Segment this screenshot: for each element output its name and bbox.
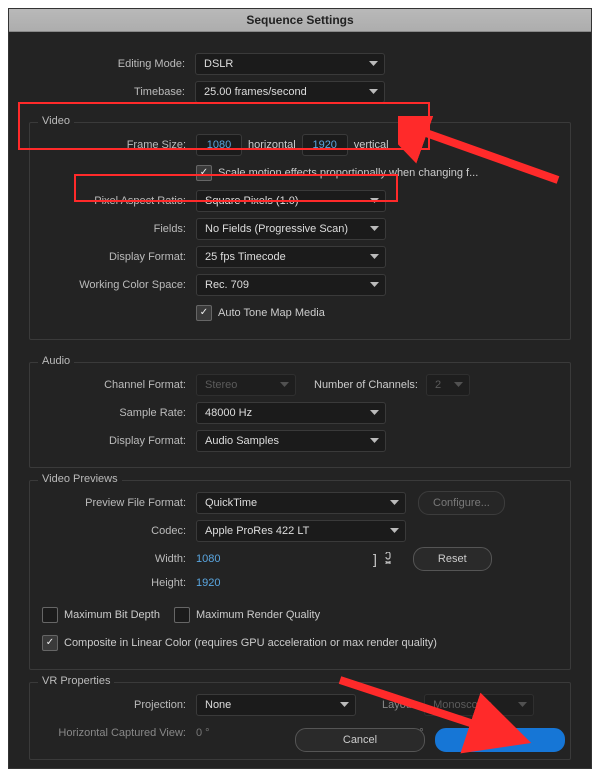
scale-motion-label: Scale motion effects proportionally when… — [218, 167, 478, 179]
channel-format-value: Stereo — [205, 379, 237, 391]
chevron-down-icon — [370, 254, 379, 260]
video-group-title: Video — [38, 115, 74, 127]
cancel-button[interactable]: Cancel — [295, 728, 425, 752]
chevron-down-icon — [370, 438, 379, 444]
chevron-down-icon — [370, 198, 379, 204]
max-bit-depth-label: Maximum Bit Depth — [64, 609, 160, 621]
timebase-select[interactable]: 25.00 frames/second — [195, 81, 385, 103]
editing-mode-value: DSLR — [204, 58, 233, 70]
horizontal-captured-view-label: Horizontal Captured View: — [42, 727, 196, 739]
auto-tone-map-label: Auto Tone Map Media — [218, 307, 325, 319]
composite-linear-checkbox[interactable] — [42, 635, 58, 651]
projection-label: Projection: — [42, 699, 196, 711]
sample-rate-value: 48000 Hz — [205, 407, 252, 419]
working-color-space-label: Working Color Space: — [42, 279, 196, 291]
ok-button[interactable]: OK — [435, 728, 565, 752]
editing-mode-select[interactable]: DSLR — [195, 53, 385, 75]
sample-rate-label: Sample Rate: — [42, 407, 196, 419]
horizontal-label: horizontal — [242, 139, 302, 151]
frame-size-horizontal-input[interactable]: 1080 — [196, 134, 242, 156]
window-title: Sequence Settings — [9, 9, 591, 32]
frame-size-label: Frame Size: — [42, 139, 196, 151]
preview-file-format-label: Preview File Format: — [42, 497, 196, 509]
auto-tone-map-checkbox[interactable] — [196, 305, 212, 321]
audio-display-format-value: Audio Samples — [205, 435, 279, 447]
configure-button: Configure... — [418, 491, 505, 515]
number-of-channels-label: Number of Channels: — [314, 379, 418, 391]
scale-motion-checkbox[interactable] — [196, 165, 212, 181]
display-format-select[interactable]: 25 fps Timecode — [196, 246, 386, 268]
layout-value: Monoscopic — [433, 699, 492, 711]
preview-height-input[interactable]: 1920 — [196, 577, 248, 589]
codec-label: Codec: — [42, 525, 196, 537]
chevron-down-icon — [370, 410, 379, 416]
audio-group: Audio Channel Format: Stereo Number of C… — [29, 362, 571, 468]
max-render-quality-label: Maximum Render Quality — [196, 609, 320, 621]
projection-select[interactable]: None — [196, 694, 356, 716]
aspect-ratio-display: 9:16 — [395, 139, 428, 151]
pixel-aspect-ratio-select[interactable]: Square Pixels (1.0) — [196, 190, 386, 212]
timebase-label: Timebase: — [29, 86, 195, 98]
editing-mode-label: Editing Mode: — [29, 58, 195, 70]
chevron-down-icon — [369, 61, 378, 67]
link-icon[interactable] — [377, 552, 399, 566]
pixel-aspect-ratio-label: Pixel Aspect Ratio: — [42, 195, 196, 207]
composite-linear-label: Composite in Linear Color (requires GPU … — [64, 637, 437, 649]
chevron-down-icon — [370, 226, 379, 232]
audio-group-title: Audio — [38, 355, 74, 367]
working-color-space-select[interactable]: Rec. 709 — [196, 274, 386, 296]
vr-properties-group-title: VR Properties — [38, 675, 114, 687]
sequence-settings-window: Sequence Settings Editing Mode: DSLR Tim… — [8, 8, 592, 769]
audio-display-format-label: Display Format: — [42, 435, 196, 447]
number-of-channels-value: 2 — [435, 379, 441, 391]
fields-value: No Fields (Progressive Scan) — [205, 223, 348, 235]
max-bit-depth-checkbox[interactable] — [42, 607, 58, 623]
chevron-down-icon — [370, 282, 379, 288]
projection-value: None — [205, 699, 231, 711]
chevron-down-icon — [454, 382, 463, 388]
video-group: Video Frame Size: 1080 horizontal 1920 v… — [29, 122, 571, 340]
chevron-down-icon — [518, 702, 527, 708]
channel-format-label: Channel Format: — [42, 379, 196, 391]
video-previews-group-title: Video Previews — [38, 473, 122, 485]
codec-select[interactable]: Apple ProRes 422 LT — [196, 520, 406, 542]
working-color-space-value: Rec. 709 — [205, 279, 249, 291]
channel-format-select: Stereo — [196, 374, 296, 396]
display-format-label: Display Format: — [42, 251, 196, 263]
preview-file-format-value: QuickTime — [205, 497, 257, 509]
fields-select[interactable]: No Fields (Progressive Scan) — [196, 218, 386, 240]
preview-height-label: Height: — [42, 577, 196, 589]
preview-width-input[interactable]: 1080 — [196, 553, 248, 565]
chevron-down-icon — [369, 89, 378, 95]
frame-size-vertical-input[interactable]: 1920 — [302, 134, 348, 156]
chevron-down-icon — [390, 500, 399, 506]
codec-value: Apple ProRes 422 LT — [205, 525, 309, 537]
vertical-label: vertical — [348, 139, 395, 151]
chevron-down-icon — [390, 528, 399, 534]
timebase-value: 25.00 frames/second — [204, 86, 307, 98]
preview-width-label: Width: — [42, 553, 196, 565]
preview-file-format-select[interactable]: QuickTime — [196, 492, 406, 514]
layout-label: Layout: — [382, 699, 418, 711]
chevron-down-icon — [340, 702, 349, 708]
chevron-down-icon — [280, 382, 289, 388]
video-previews-group: Video Previews Preview File Format: Quic… — [29, 480, 571, 670]
reset-button[interactable]: Reset — [413, 547, 492, 571]
max-render-quality-checkbox[interactable] — [174, 607, 190, 623]
pixel-aspect-ratio-value: Square Pixels (1.0) — [205, 195, 299, 207]
fields-label: Fields: — [42, 223, 196, 235]
audio-display-format-select[interactable]: Audio Samples — [196, 430, 386, 452]
display-format-value: 25 fps Timecode — [205, 251, 286, 263]
number-of-channels-select: 2 — [426, 374, 470, 396]
sample-rate-select[interactable]: 48000 Hz — [196, 402, 386, 424]
layout-select: Monoscopic — [424, 694, 534, 716]
